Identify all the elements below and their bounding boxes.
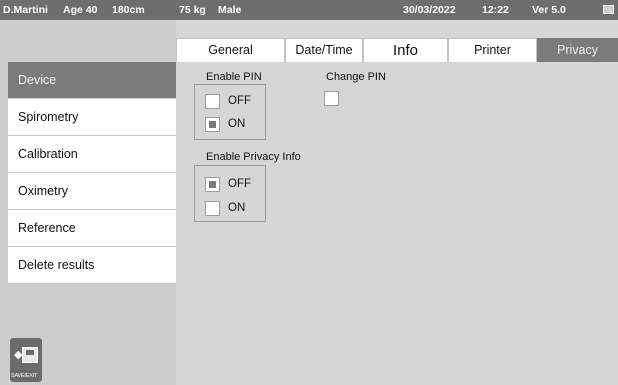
sidebar-item-reference[interactable]: Reference	[8, 210, 176, 247]
save-exit-button[interactable]: ◆ SAVE/EXIT	[10, 338, 42, 382]
enable-pin-off-option[interactable]: OFF	[205, 93, 251, 109]
tab-printer[interactable]: Printer	[448, 38, 537, 62]
sidebar-item-delete-results[interactable]: Delete results	[8, 247, 176, 284]
enable-privacy-info-label: Enable Privacy Info	[206, 151, 301, 163]
privacy-info-on-checkbox[interactable]	[205, 200, 220, 216]
tab-info[interactable]: Info	[363, 38, 448, 62]
enable-pin-label: Enable PIN	[206, 71, 262, 83]
patient-name: D.Martini	[3, 4, 48, 16]
privacy-info-off-option[interactable]: OFF	[205, 176, 251, 192]
save-exit-label: SAVE/EXIT	[11, 373, 38, 379]
tab-privacy[interactable]: Privacy	[537, 38, 618, 62]
sidebar-item-spirometry[interactable]: Spirometry	[8, 99, 176, 136]
sidebar-nav: Device Spirometry Calibration Oximetry R…	[8, 62, 176, 284]
settings-tabs: General Date/Time Info Printer Privacy	[176, 38, 618, 62]
sidebar-item-device[interactable]: Device	[8, 62, 176, 99]
privacy-info-on-option[interactable]: ON	[205, 200, 245, 216]
software-version: Ver 5.0	[532, 4, 566, 16]
change-pin-label: Change PIN	[326, 71, 386, 83]
privacy-info-on-label: ON	[228, 202, 246, 214]
enable-pin-on-option[interactable]: ON	[205, 116, 245, 132]
patient-sex: Male	[218, 4, 242, 16]
change-pin-checkbox[interactable]	[324, 91, 339, 106]
header-date: 30/03/2022	[403, 4, 456, 16]
enable-pin-on-checkbox[interactable]	[205, 116, 220, 132]
tab-date-time[interactable]: Date/Time	[285, 38, 363, 62]
patient-height: 180cm	[112, 4, 145, 16]
enable-pin-on-label: ON	[228, 118, 246, 130]
floppy-disk-icon	[22, 347, 38, 363]
status-header: D.Martini Age 40 180cm 75 kg Male 30/03/…	[0, 0, 618, 20]
patient-age: Age 40	[63, 4, 98, 16]
privacy-panel: Enable PIN OFF ON Change PIN Enable Priv…	[176, 62, 618, 385]
enable-pin-off-label: OFF	[228, 95, 251, 107]
enable-privacy-info-group: OFF ON	[194, 165, 266, 222]
battery-icon	[603, 5, 614, 14]
sidebar-item-calibration[interactable]: Calibration	[8, 136, 176, 173]
privacy-info-off-label: OFF	[228, 178, 251, 190]
sidebar-item-oximetry[interactable]: Oximetry	[8, 173, 176, 210]
enable-pin-group: OFF ON	[194, 84, 266, 140]
patient-weight: 75 kg	[179, 4, 206, 16]
privacy-info-off-checkbox[interactable]	[205, 176, 220, 192]
enable-pin-off-checkbox[interactable]	[205, 93, 220, 109]
tab-general[interactable]: General	[176, 38, 285, 62]
header-time: 12:22	[482, 4, 509, 16]
